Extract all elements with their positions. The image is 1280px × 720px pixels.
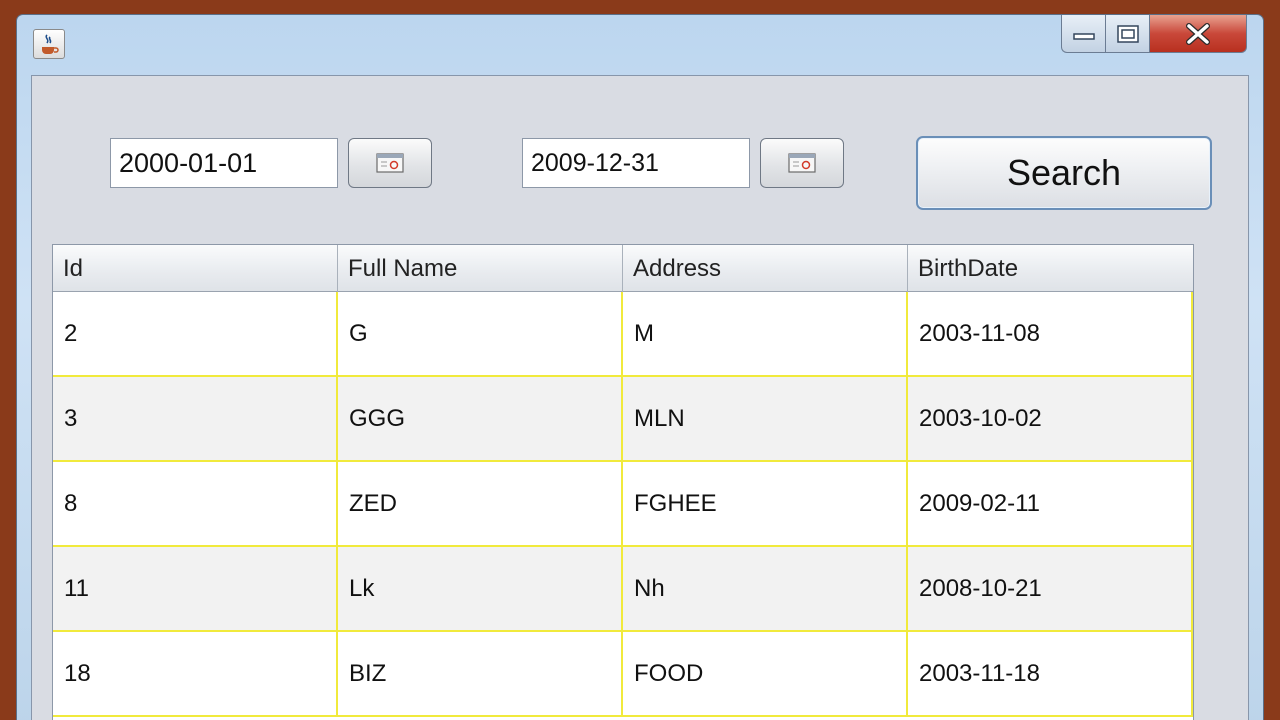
cell-full-name[interactable]: GGG xyxy=(338,377,623,462)
cell-birthdate[interactable]: 2003-11-18 xyxy=(908,632,1193,717)
cell-id[interactable]: 3 xyxy=(53,377,338,462)
minimize-icon xyxy=(1072,32,1095,40)
column-header-address[interactable]: Address xyxy=(623,245,908,292)
calendar-icon xyxy=(376,153,404,173)
cell-address[interactable]: M xyxy=(623,292,908,377)
cell-id[interactable]: 2 xyxy=(53,292,338,377)
cell-address[interactable]: MLN xyxy=(623,377,908,462)
title-bar[interactable] xyxy=(17,15,1263,73)
window-controls xyxy=(1061,15,1247,53)
results-table: Id Full Name Address BirthDate 2 G M 200… xyxy=(52,244,1194,720)
client-area: Search Id Full Name Address BirthDate 2 … xyxy=(31,75,1249,720)
java-coffee-icon[interactable] xyxy=(33,29,65,59)
from-date-field[interactable] xyxy=(110,138,338,188)
cell-full-name[interactable]: BIZ xyxy=(338,632,623,717)
table-row[interactable]: 3 GGG MLN 2003-10-02 xyxy=(53,377,1193,462)
cell-full-name[interactable]: ZED xyxy=(338,462,623,547)
calendar-icon xyxy=(788,153,816,173)
table-row[interactable]: 11 Lk Nh 2008-10-21 xyxy=(53,547,1193,632)
from-date-calendar-button[interactable] xyxy=(348,138,432,188)
table-row[interactable]: 2 G M 2003-11-08 xyxy=(53,292,1193,377)
app-window: Search Id Full Name Address BirthDate 2 … xyxy=(16,14,1264,720)
to-date-input[interactable] xyxy=(531,148,749,178)
cell-id[interactable]: 11 xyxy=(53,547,338,632)
cell-birthdate[interactable]: 2008-10-21 xyxy=(908,547,1193,632)
from-date-input[interactable] xyxy=(119,147,337,179)
cell-address[interactable]: Nh xyxy=(623,547,908,632)
cell-birthdate[interactable]: 2009-02-11 xyxy=(908,462,1193,547)
cell-address[interactable]: FGHEE xyxy=(623,462,908,547)
maximize-icon xyxy=(1116,24,1139,43)
to-date-field[interactable] xyxy=(522,138,750,188)
cell-full-name[interactable]: Lk xyxy=(338,547,623,632)
column-header-id[interactable]: Id xyxy=(53,245,338,292)
search-button[interactable]: Search xyxy=(916,136,1212,210)
maximize-button[interactable] xyxy=(1105,15,1149,53)
column-header-birthdate[interactable]: BirthDate xyxy=(908,245,1193,292)
column-header-full-name[interactable]: Full Name xyxy=(338,245,623,292)
to-date-calendar-button[interactable] xyxy=(760,138,844,188)
minimize-button[interactable] xyxy=(1061,15,1105,53)
cell-birthdate[interactable]: 2003-11-08 xyxy=(908,292,1193,377)
cell-birthdate[interactable]: 2003-10-02 xyxy=(908,377,1193,462)
close-icon xyxy=(1186,22,1210,45)
cell-full-name[interactable]: G xyxy=(338,292,623,377)
cell-id[interactable]: 18 xyxy=(53,632,338,717)
close-button[interactable] xyxy=(1149,15,1247,53)
table-row[interactable]: 18 BIZ FOOD 2003-11-18 xyxy=(53,632,1193,717)
cell-id[interactable]: 8 xyxy=(53,462,338,547)
cell-address[interactable]: FOOD xyxy=(623,632,908,717)
table-header: Id Full Name Address BirthDate xyxy=(53,245,1193,292)
table-row[interactable]: 8 ZED FGHEE 2009-02-11 xyxy=(53,462,1193,547)
